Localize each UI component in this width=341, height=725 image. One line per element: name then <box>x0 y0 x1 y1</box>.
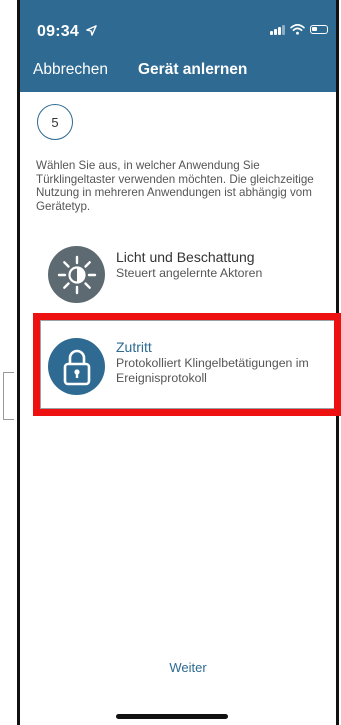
step-number: 5 <box>51 114 59 130</box>
app-screen: 09:34 Abbrechen Gerät anlernen 5 Wählen <box>0 0 341 725</box>
option-light-and-shading[interactable]: Licht und Beschattung Steuert angelernte… <box>36 240 336 310</box>
option-title: Zutritt <box>116 339 152 355</box>
page-title: Gerät anlernen <box>138 61 248 78</box>
outside-bracket-mark <box>3 372 14 420</box>
app-header: 09:34 Abbrechen Gerät anlernen <box>20 0 336 92</box>
status-time-text: 09:34 <box>37 23 79 40</box>
option-title: Licht und Beschattung <box>116 249 255 265</box>
next-button[interactable]: Weiter <box>150 660 226 675</box>
step-indicator: 5 <box>37 104 73 140</box>
wifi-icon <box>290 24 305 35</box>
option-access[interactable]: Zutritt Protokolliert Klingelbetätigunge… <box>36 316 336 412</box>
cellular-signal-icon <box>270 24 285 35</box>
location-arrow-icon <box>85 25 97 36</box>
instruction-text: Wählen Sie aus, in welcher Anwendung Sie… <box>36 159 314 213</box>
battery-icon <box>310 25 328 34</box>
option-subtitle: Protokolliert Klingelbetätigungen im Ere… <box>116 356 309 385</box>
status-time: 09:34 <box>37 23 97 41</box>
padlock-icon <box>48 338 105 395</box>
sun-half-icon <box>48 246 105 303</box>
phone-bezel-left <box>17 0 20 725</box>
cancel-button[interactable]: Abbrechen <box>33 61 108 79</box>
option-subtitle: Steuert angelernte Aktoren <box>116 266 263 280</box>
status-icons <box>270 24 328 35</box>
home-indicator[interactable] <box>116 714 228 719</box>
